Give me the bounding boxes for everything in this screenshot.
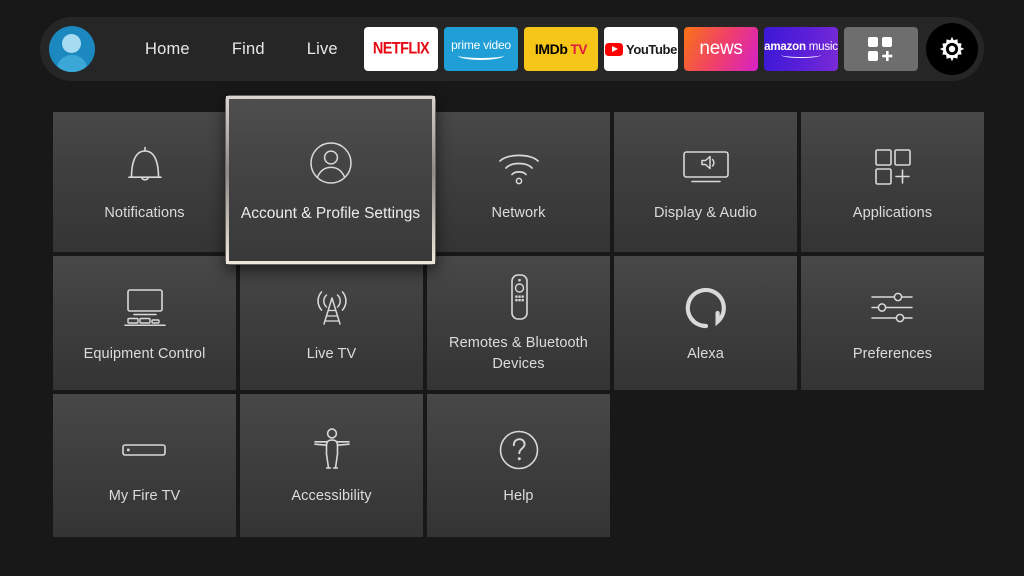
top-navigation-bar: Home Find Live NETFLIX prime video IMDb … <box>40 17 984 81</box>
accessibility-person-icon <box>311 424 353 476</box>
tile-help[interactable]: Help <box>427 394 610 537</box>
netflix-wordmark: NETFLIX <box>372 40 430 58</box>
youtube-wordmark: YouTube <box>626 41 677 57</box>
settings-gear-button[interactable] <box>926 23 978 75</box>
app-tile-news[interactable]: news <box>684 27 758 71</box>
tile-label: Network <box>491 204 546 221</box>
amazon-smile-icon <box>781 52 821 58</box>
nav-item-live[interactable]: Live <box>307 40 338 59</box>
prime-video-wordmark: prime video <box>451 38 511 52</box>
tile-display-audio[interactable]: Display & Audio <box>614 112 797 252</box>
apps-grid-plus-icon <box>868 37 893 61</box>
amazon-music-wordmark: amazon music <box>764 40 838 53</box>
sliders-icon <box>868 282 918 334</box>
tile-label: Display & Audio <box>653 204 758 221</box>
tile-label: Account & Profile Settings <box>240 204 421 222</box>
tile-accessibility[interactable]: Accessibility <box>240 394 423 537</box>
tile-label: Notifications <box>104 204 185 221</box>
nav-item-home[interactable]: Home <box>145 40 190 59</box>
youtube-play-icon <box>605 42 624 56</box>
imdb-wordmark: IMDb <box>534 41 568 57</box>
app-library-button[interactable] <box>844 27 918 71</box>
tile-remotes-bluetooth-devices[interactable]: Remotes & Bluetooth Devices <box>427 256 610 390</box>
tv-speaker-icon <box>679 141 733 193</box>
tile-label: Applications <box>852 204 933 221</box>
settings-tile-grid: Notifications Network Display & Audio Ap… <box>53 112 984 541</box>
tile-label: Live TV <box>306 345 357 362</box>
app-tile-netflix[interactable]: NETFLIX <box>364 27 438 71</box>
profile-avatar[interactable] <box>49 26 95 72</box>
app-tile-youtube[interactable]: YouTube <box>604 27 678 71</box>
tile-empty-slot <box>614 394 797 537</box>
tile-label: Alexa <box>687 345 724 362</box>
avatar-head-shape <box>62 34 81 53</box>
app-tile-prime-video[interactable]: prime video <box>444 27 518 71</box>
tile-label: Preferences <box>852 345 933 362</box>
tile-alexa[interactable]: Alexa <box>614 256 797 390</box>
amazon-smile-icon <box>458 51 504 60</box>
imdb-tv-suffix: TV <box>570 41 588 57</box>
remote-control-icon <box>502 271 536 323</box>
bell-icon <box>123 141 167 193</box>
app-tile-amazon-music[interactable]: amazon music <box>764 27 838 71</box>
tile-my-fire-tv[interactable]: My Fire TV <box>53 394 236 537</box>
tile-label: Help <box>503 488 534 505</box>
tile-live-tv[interactable]: Live TV <box>240 256 423 390</box>
settings-row-3: My Fire TV Accessibility Help <box>53 394 968 537</box>
tile-account-profile-settings[interactable]: Account & Profile Settings <box>226 96 435 264</box>
app-tile-imdb-tv[interactable]: IMDb TV <box>524 27 598 71</box>
tile-label: Remotes & Bluetooth Devices <box>449 335 588 372</box>
tile-empty-slot <box>801 394 984 537</box>
tile-applications[interactable]: Applications <box>801 112 984 252</box>
person-circle-icon <box>307 135 355 191</box>
tile-network[interactable]: Network <box>427 112 610 252</box>
avatar-body-shape <box>57 55 87 72</box>
tile-equipment-control[interactable]: Equipment Control <box>53 256 236 390</box>
tile-label: My Fire TV <box>108 488 181 505</box>
tile-label: Accessibility <box>291 488 372 505</box>
broadcast-tower-icon <box>309 282 355 334</box>
alexa-ring-icon <box>684 282 728 334</box>
question-circle-icon <box>497 424 541 476</box>
settings-row-2: Equipment Control Live TV Remotes & Blue… <box>53 256 984 390</box>
apps-grid-plus-icon <box>870 141 916 193</box>
fire-tv-settings-screen: Home Find Live NETFLIX prime video IMDb … <box>0 0 1024 576</box>
app-shortcut-row: NETFLIX prime video IMDb TV YouTube news… <box>364 23 984 75</box>
tile-label: Equipment Control <box>83 345 206 362</box>
monitor-devices-icon <box>120 282 170 334</box>
tile-preferences[interactable]: Preferences <box>801 256 984 390</box>
news-wordmark: news <box>699 38 743 59</box>
settings-row-1: Notifications Network Display & Audio Ap… <box>53 112 984 252</box>
nav-item-find[interactable]: Find <box>232 40 265 59</box>
fire-tv-stick-icon <box>120 424 170 476</box>
gear-icon <box>939 36 965 62</box>
wifi-icon <box>495 141 543 193</box>
tile-notifications[interactable]: Notifications <box>53 112 236 252</box>
